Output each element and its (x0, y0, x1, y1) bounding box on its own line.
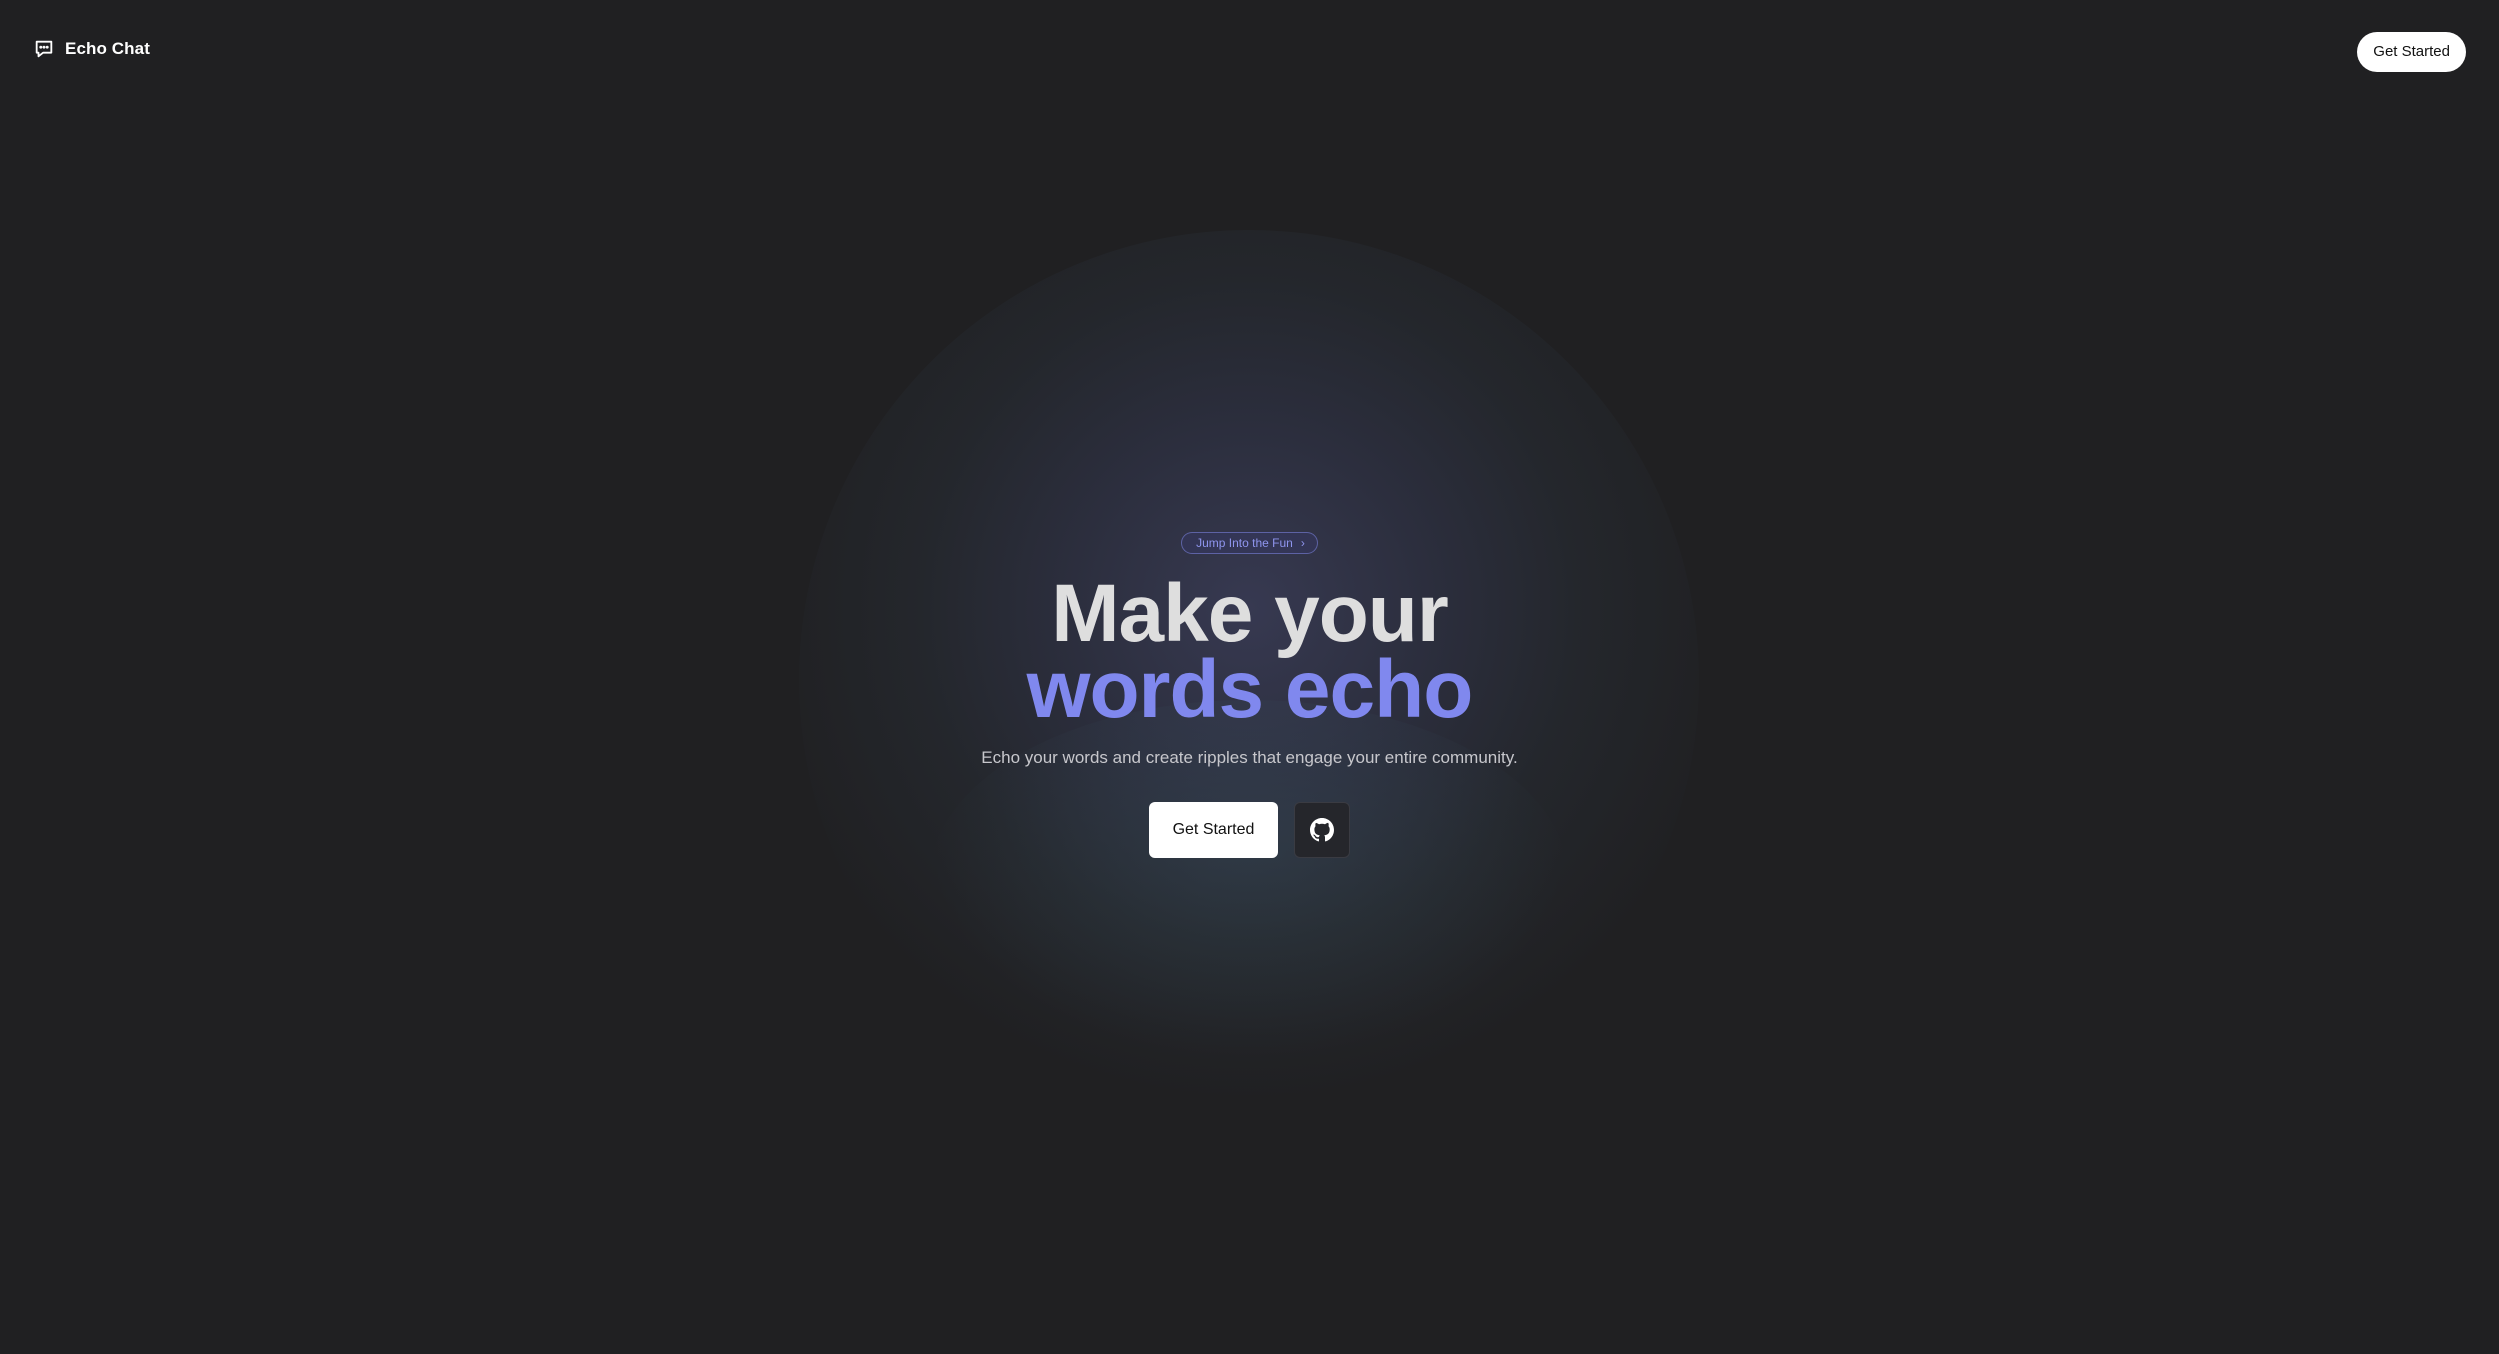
hero-subtitle: Echo your words and create ripples that … (981, 748, 1518, 767)
announcement-pill[interactable]: Jump Into the Fun › (1181, 532, 1318, 554)
github-icon (1310, 818, 1335, 842)
github-button[interactable] (1294, 802, 1351, 858)
hero-get-started-button[interactable]: Get Started (1148, 802, 1279, 858)
hero-section: Jump Into the Fun › Make your words echo… (0, 532, 2499, 858)
brand-name: Echo Chat (65, 39, 150, 58)
headline-line-2: words echo (1026, 644, 1474, 735)
chevron-right-icon: › (1300, 536, 1305, 550)
chat-bubble-icon (35, 40, 53, 58)
hero-headline: Make your words echo (1026, 568, 1474, 735)
announcement-pill-label: Jump Into the Fun (1196, 536, 1293, 550)
hero-actions: Get Started (1148, 802, 1351, 858)
headline-line-1: Make your (1051, 568, 1449, 659)
landing-page: Echo Chat Get Started Jump Into the Fun … (0, 0, 2499, 1354)
brand-logo-link[interactable]: Echo Chat (33, 38, 150, 60)
header-get-started-button[interactable]: Get Started (2357, 32, 2466, 72)
